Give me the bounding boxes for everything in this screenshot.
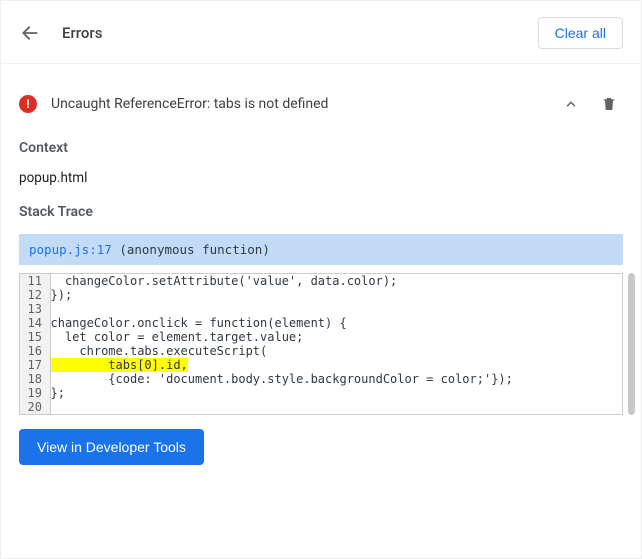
delete-error-button[interactable] [595, 90, 623, 118]
code-line: 17 tabs[0].id, [20, 358, 622, 372]
code-text: changeColor.setAttribute('value', data.c… [50, 274, 622, 288]
context-value: popup.html [19, 170, 623, 186]
stack-trace-frame[interactable]: popup.js:17 (anonymous function) [19, 234, 623, 265]
page-title: Errors [62, 24, 102, 42]
error-icon: ! [19, 95, 37, 113]
line-number: 15 [20, 330, 50, 344]
code-text: changeColor.onclick = function(element) … [50, 316, 622, 330]
line-number: 20 [20, 400, 50, 414]
line-number: 19 [20, 386, 50, 400]
code-text: }); [50, 288, 622, 302]
stack-trace-func: (anonymous function) [119, 242, 270, 257]
code-line: 11 changeColor.setAttribute('value', dat… [20, 274, 622, 288]
context-heading: Context [19, 140, 623, 156]
code-line: 20 [20, 400, 622, 414]
code-line: 13 [20, 302, 622, 316]
error-row[interactable]: ! Uncaught ReferenceError: tabs is not d… [19, 78, 623, 132]
stack-trace-heading: Stack Trace [19, 204, 623, 220]
code-line: 15 let color = element.target.value; [20, 330, 622, 344]
view-devtools-button[interactable]: View in Developer Tools [19, 429, 204, 465]
collapse-button[interactable] [557, 90, 585, 118]
code-text [50, 400, 622, 414]
line-number: 12 [20, 288, 50, 302]
code-line: 18 {code: 'document.body.style.backgroun… [20, 372, 622, 386]
code-line: 14changeColor.onclick = function(element… [20, 316, 622, 330]
code-text: tabs[0].id, [50, 358, 622, 372]
code-line: 16 chrome.tabs.executeScript( [20, 344, 622, 358]
back-arrow-icon[interactable] [19, 22, 41, 44]
line-number: 17 [20, 358, 50, 372]
code-line: 12}); [20, 288, 622, 302]
line-number: 14 [20, 316, 50, 330]
code-viewer: 11 changeColor.setAttribute('value', dat… [19, 273, 623, 415]
line-number: 18 [20, 372, 50, 386]
error-message: Uncaught ReferenceError: tabs is not def… [51, 96, 557, 112]
scrollbar-track[interactable] [628, 273, 635, 415]
code-text: chrome.tabs.executeScript( [50, 344, 622, 358]
clear-all-button[interactable]: Clear all [538, 17, 623, 49]
code-text [50, 302, 622, 316]
stack-trace-file-link[interactable]: popup.js:17 [29, 242, 112, 257]
line-number: 13 [20, 302, 50, 316]
code-text: }; [50, 386, 622, 400]
code-text: let color = element.target.value; [50, 330, 622, 344]
code-text: {code: 'document.body.style.backgroundCo… [50, 372, 622, 386]
line-number: 16 [20, 344, 50, 358]
code-line: 19}; [20, 386, 622, 400]
line-number: 11 [20, 274, 50, 288]
